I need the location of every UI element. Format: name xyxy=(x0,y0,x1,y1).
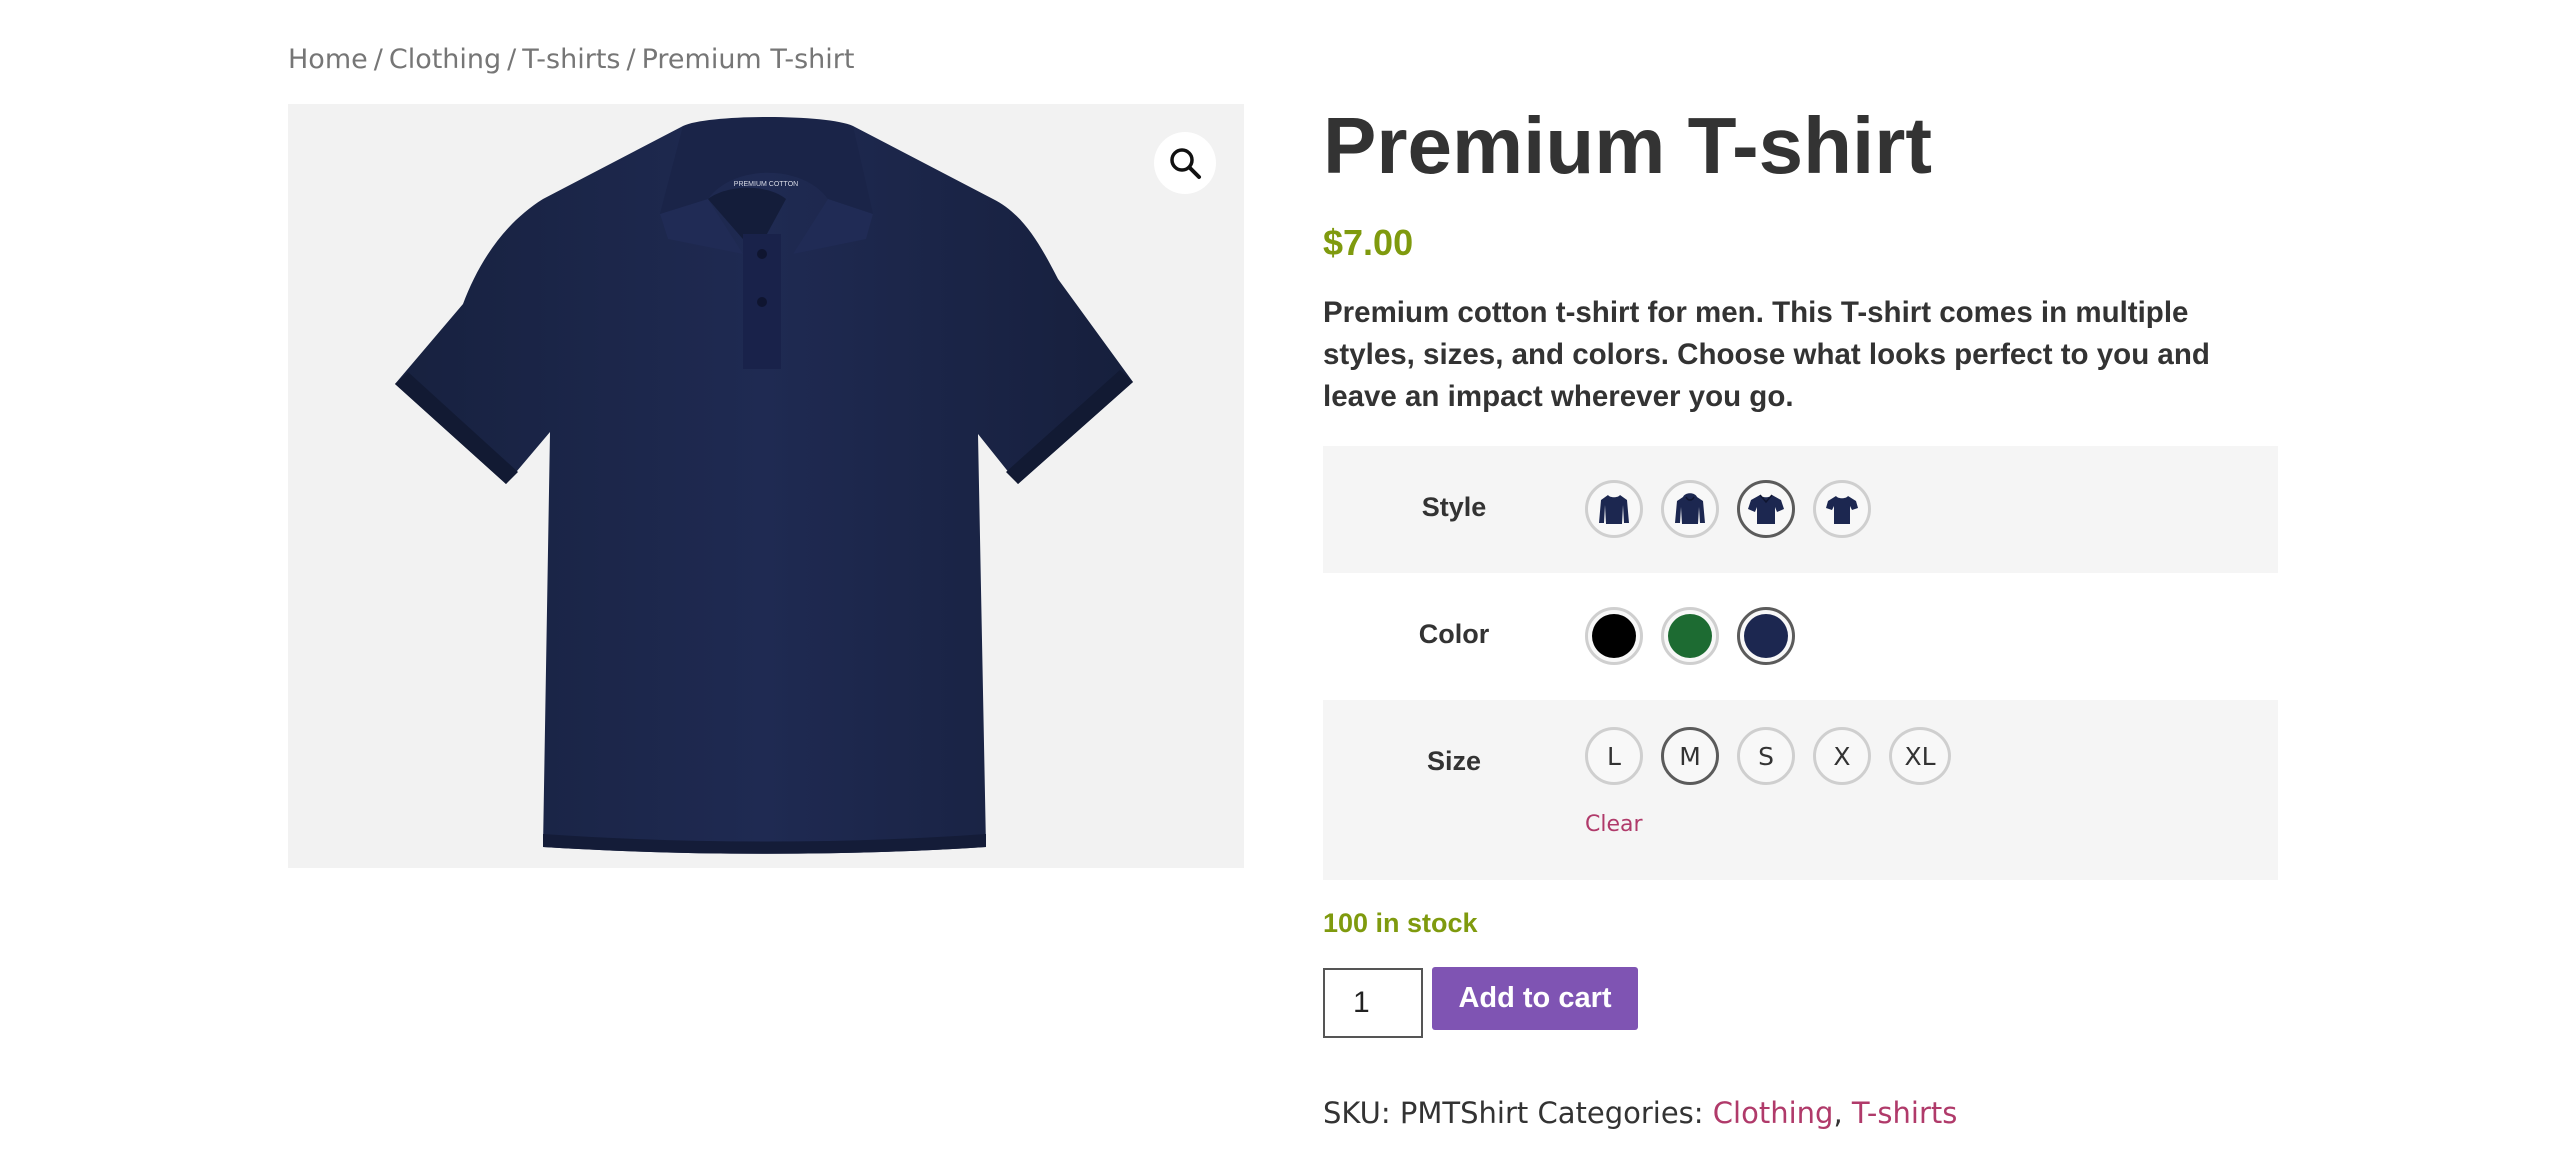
size-swatches: L M S X XL xyxy=(1585,727,1951,785)
hoodie-icon xyxy=(1675,493,1705,524)
search-icon xyxy=(1170,148,1201,179)
breadcrumb-clothing-link[interactable]: Clothing xyxy=(389,44,501,75)
quantity-input[interactable] xyxy=(1323,968,1423,1038)
size-swatch-m[interactable]: M xyxy=(1661,727,1719,785)
t-shirt-icon xyxy=(1826,496,1858,524)
polo-icon xyxy=(1748,494,1784,524)
shirt-label-text: PREMIUM COTTON xyxy=(734,181,798,188)
size-swatch-l[interactable]: L xyxy=(1585,727,1643,785)
style-label: Style xyxy=(1421,492,1487,522)
product-image[interactable]: PREMIUM COTTON xyxy=(288,104,1244,868)
navy-color-dot xyxy=(1744,614,1788,658)
product-description: Premium cotton t-shirt for men. This T-s… xyxy=(1323,296,2210,413)
breadcrumb-separator: / xyxy=(373,44,383,75)
breadcrumb-separator: / xyxy=(626,44,636,75)
long-sleeve-icon xyxy=(1599,495,1629,524)
style-swatch-hoodie[interactable] xyxy=(1661,480,1719,538)
breadcrumb-tshirts-link[interactable]: T-shirts xyxy=(522,44,620,75)
color-row: Color xyxy=(1323,573,2278,700)
sku-label: SKU: xyxy=(1323,1096,1391,1130)
product-gallery: PREMIUM COTTON xyxy=(288,104,1244,868)
size-swatch-xl[interactable]: XL xyxy=(1889,727,1951,785)
size-swatch-x[interactable]: X xyxy=(1813,727,1871,785)
clear-variations-link[interactable]: Clear xyxy=(1585,812,1643,837)
green-color-dot xyxy=(1668,614,1712,658)
size-option-label: S xyxy=(1758,741,1774,771)
breadcrumb-current: Premium T-shirt xyxy=(641,44,855,75)
style-swatch-long-sleeve[interactable] xyxy=(1585,480,1643,538)
category-link-clothing[interactable]: Clothing xyxy=(1713,1096,1834,1130)
size-option-label: X xyxy=(1833,741,1851,771)
stock-status: 100 in stock xyxy=(1323,908,1478,938)
breadcrumb: Home / Clothing / T-shirts / Premium T-shirt xyxy=(288,44,854,75)
style-swatch-tshirt[interactable] xyxy=(1813,480,1871,538)
zoom-button[interactable] xyxy=(1154,132,1216,194)
color-label: Color xyxy=(1418,619,1490,649)
size-option-label: M xyxy=(1679,741,1701,771)
black-color-dot xyxy=(1592,614,1636,658)
color-swatch-black[interactable] xyxy=(1585,607,1643,665)
breadcrumb-home-link[interactable]: Home xyxy=(288,44,368,75)
category-separator: , xyxy=(1833,1096,1843,1130)
color-swatch-green[interactable] xyxy=(1661,607,1719,665)
size-option-label: XL xyxy=(1904,741,1936,771)
product-title: Premium T-shirt xyxy=(1323,101,1933,190)
style-row: Style xyxy=(1323,446,2278,573)
size-label: Size xyxy=(1426,746,1482,776)
add-to-cart-button[interactable]: Add to cart xyxy=(1432,967,1638,1030)
product-meta: SKU: PMTShirt Categories: Clothing, T-sh… xyxy=(1323,1096,1957,1130)
category-link-tshirts[interactable]: T-shirts xyxy=(1852,1096,1957,1130)
size-swatch-s[interactable]: S xyxy=(1737,727,1795,785)
size-option-label: L xyxy=(1607,741,1621,771)
color-swatch-navy[interactable] xyxy=(1737,607,1795,665)
sku-value: PMTShirt xyxy=(1399,1096,1529,1130)
product-price: $7.00 xyxy=(1323,222,1414,263)
color-swatches xyxy=(1585,607,1795,665)
breadcrumb-separator: / xyxy=(507,44,517,75)
size-row: Size L M S X XL Clear xyxy=(1323,700,2278,880)
style-swatches xyxy=(1585,480,1871,538)
style-swatch-polo[interactable] xyxy=(1737,480,1795,538)
categories-label: Categories: xyxy=(1537,1096,1704,1130)
